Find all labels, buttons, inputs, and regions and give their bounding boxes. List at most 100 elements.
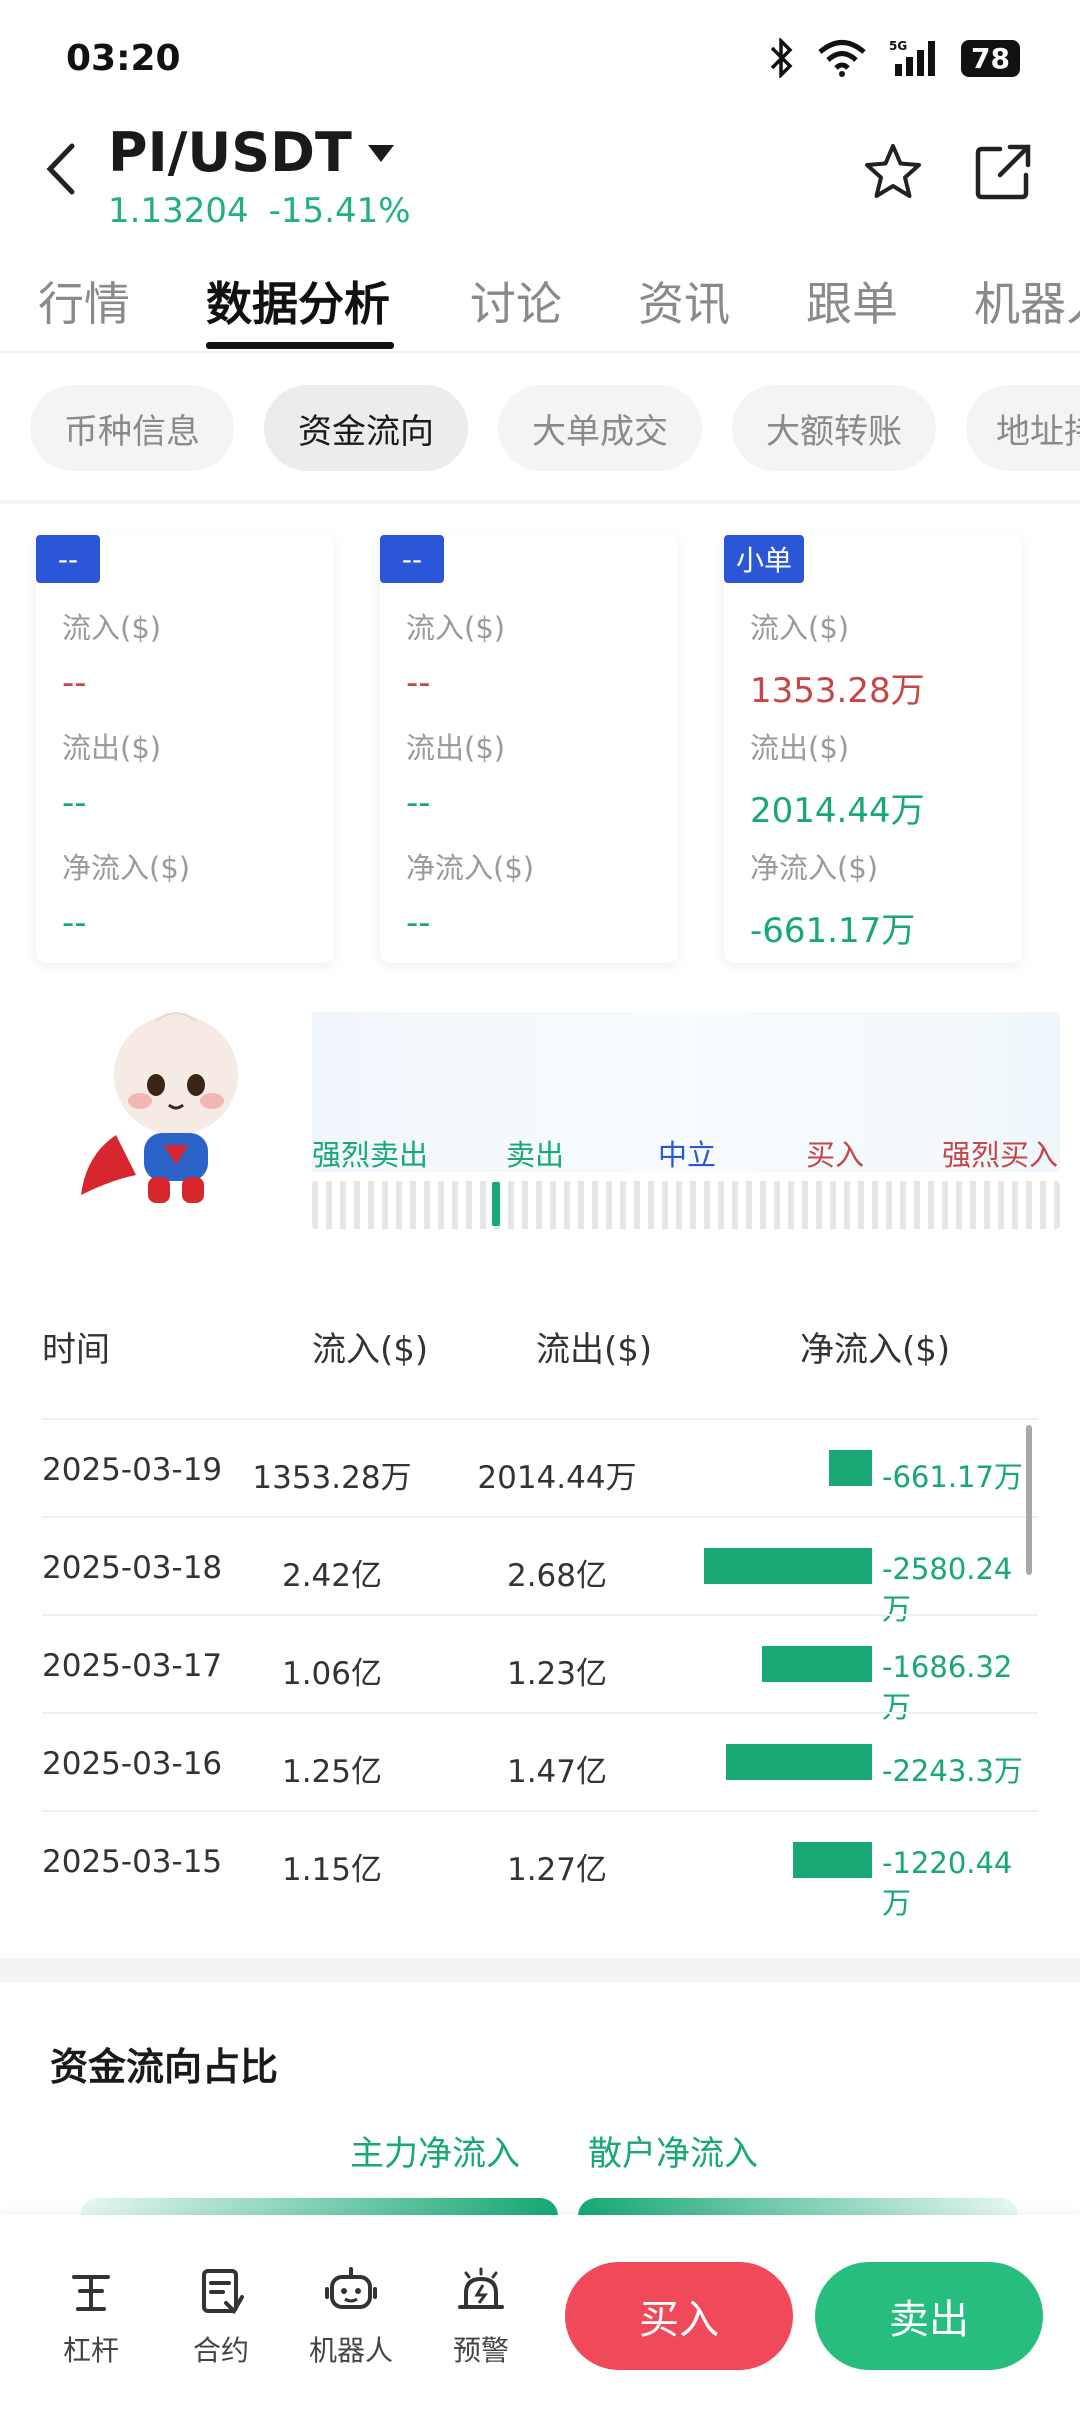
chip-large-trades[interactable]: 大单成交: [498, 385, 702, 471]
sentiment-sell: 卖出: [506, 1138, 565, 1172]
alert-button[interactable]: 预警: [426, 2265, 536, 2369]
inflow-value: --: [62, 663, 87, 703]
price-change: -15.41%: [268, 191, 411, 231]
share-icon: [975, 144, 1031, 200]
net-flow-bar: [726, 1744, 872, 1780]
row-outflow: 1.27亿: [506, 1852, 608, 1888]
outflow-value: --: [62, 783, 87, 823]
alert-icon: [458, 2267, 504, 2309]
card-badge: --: [36, 535, 100, 583]
status-time: 03:20: [66, 38, 181, 79]
contract-button[interactable]: 合约: [166, 2265, 276, 2369]
bottom-action-bar: 杠杆 合约 机器人 预警 买入 卖出: [0, 2215, 1080, 2412]
net-value: --: [406, 903, 431, 943]
robot-icon: [325, 2267, 377, 2309]
bluetooth-icon: [770, 38, 793, 78]
row-date: 2025-03-19: [42, 1452, 223, 1488]
col-header-net: 净流入($): [800, 1330, 951, 1370]
back-arrow-icon: [46, 143, 75, 195]
outflow-value: --: [406, 783, 431, 823]
net-label: 净流入($): [62, 851, 191, 885]
chip-coin-info[interactable]: 币种信息: [30, 385, 234, 471]
row-outflow: 1.23亿: [506, 1656, 608, 1692]
net-flow-bar: [762, 1646, 872, 1682]
tab-copy-trade[interactable]: 跟单: [806, 268, 898, 334]
row-inflow: 1.06亿: [281, 1656, 383, 1692]
back-button[interactable]: [30, 139, 90, 199]
favorite-button[interactable]: [862, 141, 924, 203]
sentiment-scale: [312, 1181, 1060, 1229]
chip-fund-flow[interactable]: 资金流向: [264, 385, 468, 471]
net-value: --: [62, 903, 87, 943]
alert-label: 预警: [452, 2334, 509, 2367]
row-outflow: 1.47亿: [506, 1754, 608, 1790]
card-badge: --: [380, 535, 444, 583]
outflow-value: 2014.44万: [750, 791, 925, 831]
row-date: 2025-03-17: [42, 1648, 223, 1684]
battery-indicator: 78: [961, 39, 1020, 77]
table-row: 2025-03-16 1.25亿 1.47亿 -2243.3万: [42, 1712, 1038, 1810]
divider: [0, 500, 1080, 504]
last-price: 1.13204: [108, 191, 249, 231]
row-outflow: 2014.44万: [477, 1460, 637, 1496]
ratio-section-title: 资金流向占比: [50, 2045, 279, 2089]
net-value: -661.17万: [750, 911, 916, 951]
legend-main-net-inflow[interactable]: 主力净流入: [350, 2126, 520, 2175]
row-net: -661.17万: [882, 1460, 1023, 1494]
wifi-icon: [818, 40, 866, 77]
row-inflow: 1.25亿: [281, 1754, 383, 1790]
star-icon: [865, 144, 921, 198]
table-row: 2025-03-15 1.15亿 1.27亿 -1220.44万: [42, 1810, 1038, 1920]
sentiment-buy: 买入: [806, 1138, 865, 1172]
outflow-label: 流出($): [750, 731, 850, 765]
mascot-illustration: [81, 1012, 238, 1203]
inflow-label: 流入($): [62, 611, 162, 645]
price-line: 1.13204 -15.41%: [108, 191, 411, 231]
chip-large-transfers[interactable]: 大额转账: [732, 385, 936, 471]
row-inflow: 2.42亿: [281, 1558, 383, 1594]
sentiment-neutral: 中立: [658, 1138, 717, 1172]
row-date: 2025-03-15: [42, 1844, 223, 1880]
status-bar: 03:20 5G 78: [0, 0, 1080, 120]
leverage-button[interactable]: 杠杆: [36, 2265, 146, 2369]
svg-text:5G: 5G: [889, 39, 907, 53]
tab-market[interactable]: 行情: [38, 268, 130, 334]
tab-robot[interactable]: 机器人: [974, 268, 1080, 334]
buy-button[interactable]: 买入: [565, 2262, 793, 2370]
sentiment-indicator: [492, 1182, 500, 1226]
net-flow-bar: [704, 1548, 872, 1584]
row-net: -2243.3万: [882, 1754, 1023, 1788]
sell-button[interactable]: 卖出: [815, 2262, 1043, 2370]
tab-discussion[interactable]: 讨论: [470, 268, 562, 334]
contract-label: 合约: [192, 2334, 249, 2367]
inflow-value: --: [406, 663, 431, 703]
pair-selector[interactable]: PI/USDT: [108, 121, 396, 184]
row-date: 2025-03-16: [42, 1746, 223, 1782]
tab-news[interactable]: 资讯: [638, 268, 730, 334]
col-header-date: 时间: [42, 1330, 110, 1370]
net-flow-bar: [829, 1450, 872, 1486]
share-button[interactable]: [972, 141, 1034, 203]
tab-data-analysis[interactable]: 数据分析: [206, 268, 390, 334]
legend-retail-net-inflow[interactable]: 散户净流入: [588, 2126, 758, 2175]
contract-icon: [202, 2269, 244, 2315]
active-tab-indicator: [206, 342, 394, 349]
row-net: -1220.44万: [882, 1846, 1013, 1920]
sub-tabs: 币种信息 资金流向 大单成交 大额转账 地址持仓: [0, 385, 1080, 475]
sentiment-strong-buy: 强烈买入: [942, 1138, 1059, 1172]
main-tabs: 行情 数据分析 讨论 资讯 跟单 机器人: [0, 258, 1080, 353]
row-inflow: 1353.28万: [252, 1460, 412, 1496]
flow-card-small: 小单 流入($) 1353.28万 流出($) 2014.44万 净流入($) …: [724, 535, 1022, 963]
section-divider: [0, 1958, 1080, 1982]
sentiment-strong-sell: 强烈卖出: [312, 1138, 429, 1172]
net-label: 净流入($): [406, 851, 535, 885]
table-scrollbar[interactable]: [1026, 1425, 1032, 1575]
net-flow-bar: [793, 1842, 872, 1878]
robot-button[interactable]: 机器人: [296, 2265, 406, 2369]
outflow-label: 流出($): [406, 731, 506, 765]
col-header-inflow: 流入($): [312, 1330, 429, 1370]
table-row: 2025-03-17 1.06亿 1.23亿 -1686.32万: [42, 1614, 1038, 1724]
chip-address-holdings[interactable]: 地址持仓: [966, 385, 1080, 471]
card-badge: 小单: [724, 535, 805, 583]
inflow-label: 流入($): [406, 611, 506, 645]
